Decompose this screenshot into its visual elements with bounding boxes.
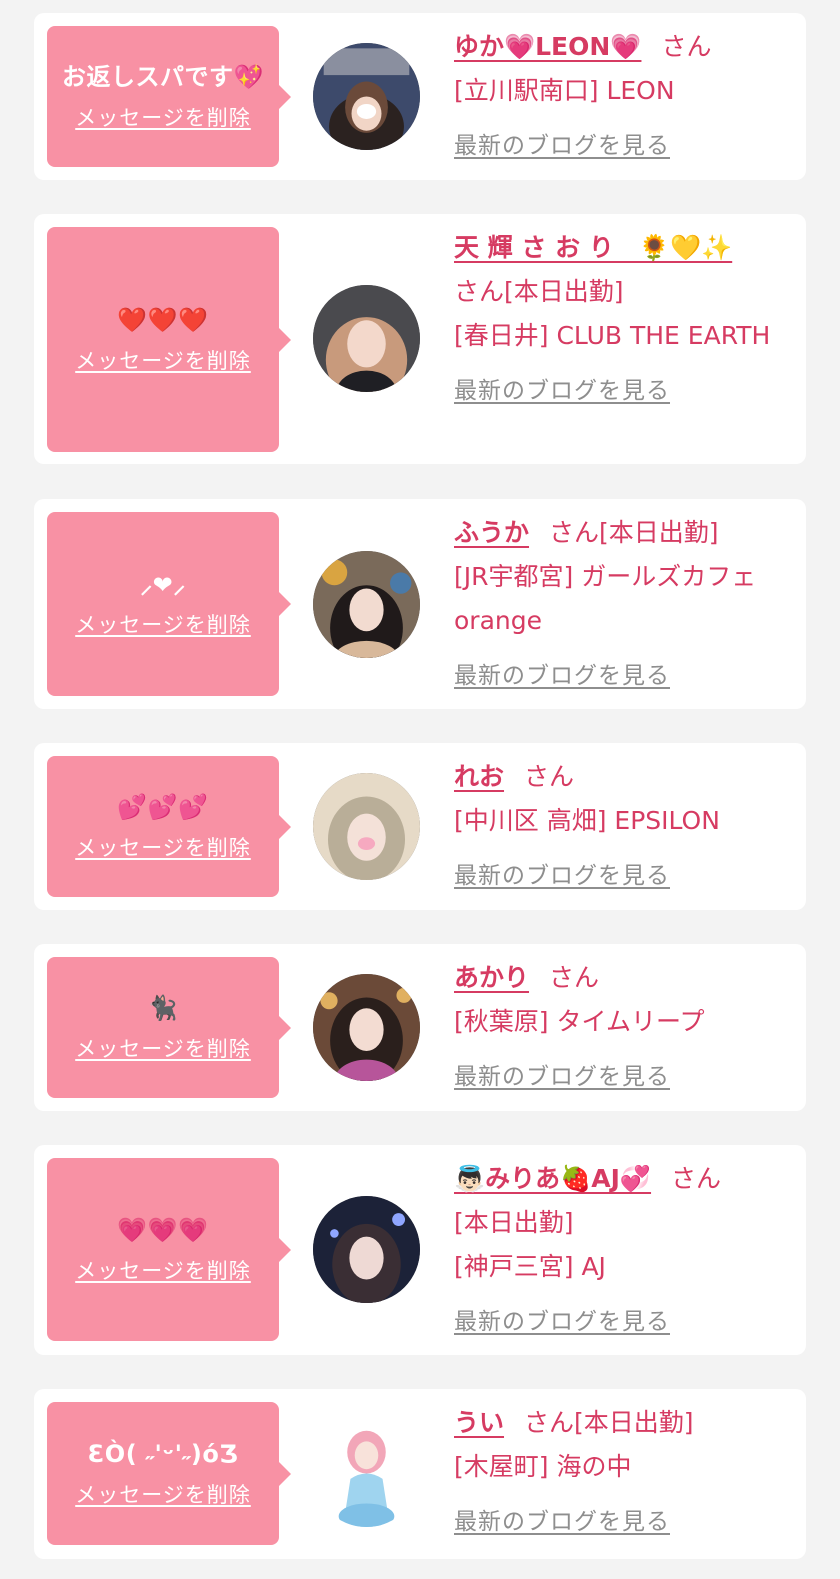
- delete-message-link[interactable]: メッセージを削除: [75, 102, 251, 132]
- message-card: 💕💕💕 メッセージを削除 れお さん [中川区 高畑] EPSILON 最新のブロ…: [34, 743, 806, 910]
- cast-name-link[interactable]: れお: [454, 762, 504, 791]
- honorific: さん: [661, 32, 712, 61]
- message-card: ƐÒ( ˶'ᵕ'˶)όƷ メッセージを削除 うい さん[本日出勤] [木屋町] 海…: [34, 1389, 806, 1559]
- message-bubble: ❤️❤️❤️ メッセージを削除: [47, 227, 291, 452]
- cast-name-link[interactable]: 👼🏻みりあ🍓AJ💞: [454, 1164, 651, 1193]
- message-text: お返しスパです💖: [62, 63, 264, 92]
- message-text: 💗💗💗: [117, 1216, 209, 1245]
- message-list: お返しスパです💖 メッセージを削除 ゆか💗LEON💗 さん [立川駅南口] LEO…: [0, 0, 840, 1579]
- honorific: さん: [454, 277, 505, 306]
- latest-blog-link[interactable]: 最新のブログを見る: [454, 654, 786, 698]
- avatar-photo: [313, 1196, 420, 1303]
- latest-blog-link[interactable]: 最新のブログを見る: [454, 369, 786, 413]
- avatar[interactable]: [313, 551, 420, 658]
- avatar-photo: [313, 1420, 420, 1527]
- honorific: さん: [524, 1408, 575, 1437]
- status-line: [本日出勤]: [504, 277, 624, 306]
- cast-info: 👼🏻みりあ🍓AJ💞 さん [本日出勤] [神戸三宮] AJ 最新のブログを見る: [454, 1157, 786, 1344]
- cast-name-link[interactable]: 天 輝 さ お り 🌻💛✨: [454, 233, 732, 262]
- cast-name-link[interactable]: ふうか: [454, 518, 529, 547]
- cast-name-row: ゆか💗LEON💗 さん: [454, 25, 786, 69]
- cast-name-row: うい さん[本日出勤]: [454, 1401, 786, 1445]
- avatar-photo: [313, 974, 420, 1081]
- message-text: 💕💕💕: [117, 793, 209, 822]
- cast-info: ゆか💗LEON💗 さん [立川駅南口] LEON 最新のブログを見る: [454, 25, 786, 168]
- delete-message-link[interactable]: メッセージを削除: [75, 1255, 251, 1285]
- status-line: [本日出勤]: [574, 1408, 694, 1437]
- latest-blog-link[interactable]: 最新のブログを見る: [454, 854, 786, 898]
- honorific: さん: [549, 518, 600, 547]
- message-text: 🐈‍⬛: [147, 994, 179, 1023]
- status-line: [本日出勤]: [599, 518, 719, 547]
- message-card: お返しスパです💖 メッセージを削除 ゆか💗LEON💗 さん [立川駅南口] LEO…: [34, 13, 806, 180]
- delete-message-link[interactable]: メッセージを削除: [75, 1033, 251, 1063]
- avatar-photo: [313, 773, 420, 880]
- cast-name-link[interactable]: ゆか💗LEON💗: [454, 32, 641, 61]
- message-bubble: 🐈‍⬛ メッセージを削除: [47, 957, 291, 1098]
- cast-info: うい さん[本日出勤] [木屋町] 海の中 最新のブログを見る: [454, 1401, 786, 1544]
- cast-name-row: あかり さん: [454, 956, 786, 1000]
- latest-blog-link[interactable]: 最新のブログを見る: [454, 1055, 786, 1099]
- latest-blog-link[interactable]: 最新のブログを見る: [454, 1500, 786, 1544]
- avatar[interactable]: [313, 285, 420, 392]
- honorific-row: さん[本日出勤]: [454, 270, 786, 314]
- message-bubble: ƐÒ( ˶'ᵕ'˶)όƷ メッセージを削除: [47, 1402, 291, 1545]
- message-card: 🐈‍⬛ メッセージを削除 あかり さん [秋葉原] タイムリープ 最新のブログを見…: [34, 944, 806, 1111]
- shop-line: [神戸三宮] AJ: [454, 1252, 606, 1281]
- avatar-photo: [313, 551, 420, 658]
- cast-name-link[interactable]: あかり: [454, 963, 529, 992]
- message-card: ❤️❤️❤️ メッセージを削除 天 輝 さ お り 🌻💛✨ さん[本日出勤] […: [34, 214, 806, 464]
- message-text: ❤️❤️❤️: [117, 306, 209, 335]
- shop-line: [中川区 高畑] EPSILON: [454, 806, 720, 835]
- avatar-photo: [313, 285, 420, 392]
- message-bubble: 💗💗💗 メッセージを削除: [47, 1158, 291, 1341]
- message-text: ⸝❤︎⸝: [140, 570, 186, 599]
- latest-blog-link[interactable]: 最新のブログを見る: [454, 1300, 786, 1344]
- delete-message-link[interactable]: メッセージを削除: [75, 832, 251, 862]
- message-card: 💗💗💗 メッセージを削除 👼🏻みりあ🍓AJ💞 さん [本日出勤] [神戸三宮] A…: [34, 1145, 806, 1355]
- cast-name-row: 👼🏻みりあ🍓AJ💞 さん: [454, 1157, 786, 1201]
- avatar[interactable]: [313, 43, 420, 150]
- status-line: [本日出勤]: [454, 1208, 574, 1237]
- message-bubble: お返しスパです💖 メッセージを削除: [47, 26, 291, 167]
- honorific: さん: [549, 963, 600, 992]
- avatar[interactable]: [313, 1420, 420, 1527]
- latest-blog-link[interactable]: 最新のブログを見る: [454, 124, 786, 168]
- avatar-photo: [313, 43, 420, 150]
- avatar[interactable]: [313, 773, 420, 880]
- shop-line: [立川駅南口] LEON: [454, 76, 675, 105]
- message-text: ƐÒ( ˶'ᵕ'˶)όƷ: [87, 1440, 239, 1469]
- cast-info: れお さん [中川区 高畑] EPSILON 最新のブログを見る: [454, 755, 786, 898]
- cast-name-row: れお さん: [454, 755, 786, 799]
- message-bubble: ⸝❤︎⸝ メッセージを削除: [47, 512, 291, 696]
- cast-name-row: 天 輝 さ お り 🌻💛✨: [454, 226, 786, 270]
- honorific: さん: [671, 1164, 722, 1193]
- cast-name-row: ふうか さん[本日出勤]: [454, 511, 786, 555]
- delete-message-link[interactable]: メッセージを削除: [75, 609, 251, 639]
- cast-name-link[interactable]: うい: [454, 1408, 504, 1437]
- avatar[interactable]: [313, 1196, 420, 1303]
- avatar[interactable]: [313, 974, 420, 1081]
- cast-info: あかり さん [秋葉原] タイムリープ 最新のブログを見る: [454, 956, 786, 1099]
- shop-line: [春日井] CLUB THE EARTH: [454, 321, 771, 350]
- delete-message-link[interactable]: メッセージを削除: [75, 345, 251, 375]
- delete-message-link[interactable]: メッセージを削除: [75, 1479, 251, 1509]
- shop-line: [木屋町] 海の中: [454, 1452, 632, 1481]
- cast-info: 天 輝 さ お り 🌻💛✨ さん[本日出勤] [春日井] CLUB THE EA…: [454, 226, 786, 413]
- shop-line: [JR宇都宮] ガールズカフェ orange: [454, 562, 757, 635]
- message-card: ⸝❤︎⸝ メッセージを削除 ふうか さん[本日出勤] [JR宇都宮] ガールズカフ…: [34, 499, 806, 709]
- honorific: さん: [524, 762, 575, 791]
- cast-info: ふうか さん[本日出勤] [JR宇都宮] ガールズカフェ orange 最新のブロ…: [454, 511, 786, 698]
- shop-line: [秋葉原] タイムリープ: [454, 1007, 705, 1036]
- message-bubble: 💕💕💕 メッセージを削除: [47, 756, 291, 897]
